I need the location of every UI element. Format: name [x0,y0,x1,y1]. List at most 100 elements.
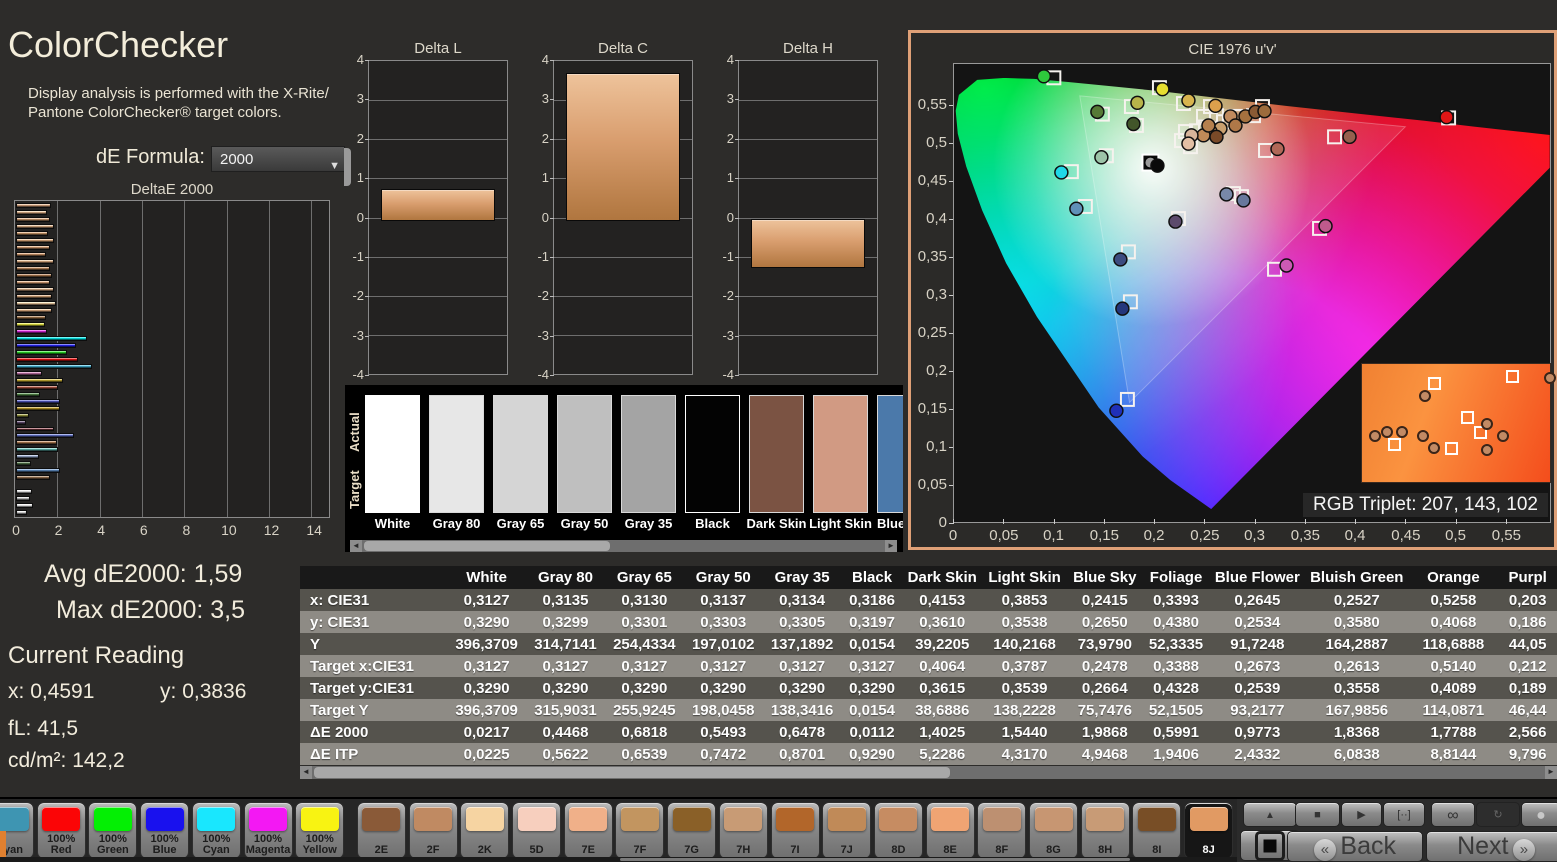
patch-button[interactable]: 7I [770,802,820,859]
patch-button[interactable]: 8E [925,802,975,859]
patch-button[interactable]: 8F [977,802,1027,859]
patch-button[interactable]: 100% Blue [140,802,190,859]
gridline [739,139,877,141]
repeat-button[interactable]: ↻ [1476,802,1520,827]
x-tick-label: 2 [54,522,63,538]
column-header: Black [841,566,903,589]
scroll-right-icon[interactable]: ► [885,540,897,552]
patch-button[interactable]: 8J [1184,802,1234,859]
patch-button[interactable]: 8I [1132,802,1182,859]
table-cell: 0,3137 [700,591,747,609]
patch-button[interactable]: 7H [718,802,768,859]
tick-mark [735,335,739,337]
y-tick-label: 2 [541,130,549,146]
color-swatch [877,395,903,513]
bar [16,454,40,460]
deltae-x-axis: 0 2 4 6 8 10 12 14 [12,520,344,538]
bar [16,279,50,285]
y-tick-label: 0,5 [926,134,947,151]
patch-button[interactable]: 100% Cyan [191,802,241,859]
color-swatch [429,395,484,513]
measurement-marker [1439,109,1454,125]
table-scrollbar[interactable]: ◄ ► [300,766,1557,779]
inset-measurement-marker [1481,418,1494,430]
tick-mark [949,409,953,410]
patch-swatch [517,807,556,831]
table-cell: 0,3127 [463,591,510,609]
bar [16,307,52,313]
y-tick-label: 0,35 [917,248,947,265]
swatch-strip-scrollbar[interactable]: ◄ ► [350,540,897,552]
toolbar-scroll-track[interactable] [0,857,1237,862]
scrollbar-thumb[interactable] [620,858,1130,861]
patch-button[interactable]: 8H [1080,802,1130,859]
play-button[interactable]: ▶ [1341,802,1382,827]
color-swatch [365,395,420,513]
scroll-right-icon[interactable]: ► [1545,766,1557,779]
de-formula-dropdown[interactable]: 2000 ▼ [211,146,345,172]
fl-readout: fL: 41,5 [8,717,79,740]
table-cell: 0,2673 [1234,657,1281,675]
splitter-handle[interactable] [344,148,351,186]
measurement-marker [1209,129,1224,145]
bar [16,321,46,327]
x-tick-label: 12 [263,522,280,538]
next-button[interactable]: Next » [1426,831,1557,862]
patch-button[interactable]: 5D [512,802,561,859]
patch-button[interactable]: 100% Red [36,802,86,859]
description: Display analysis is performed with the X… [28,85,329,121]
patch-button[interactable]: 100% Magenta [243,802,293,859]
scrollbar-thumb[interactable] [314,767,950,778]
loop-button[interactable]: ∞ [1431,802,1475,827]
scroll-left-icon[interactable]: ◄ [300,766,312,779]
patch-button[interactable]: 7J [822,802,872,859]
patch-button[interactable]: 7F [615,802,665,859]
tick-mark [1003,519,1005,524]
y-tick-label: -4 [352,367,364,382]
patch-button[interactable]: 2F [408,802,458,859]
back-button[interactable]: « Back [1287,831,1423,862]
patch-button[interactable]: 100% Green [88,802,138,859]
patch-button[interactable]: 100% Yellow [295,802,345,859]
bar-row [16,300,328,307]
de-formula-value: 2000 [220,151,254,168]
color-swatch [621,395,676,513]
x-tick-label: 4 [97,522,106,538]
tick-mark [735,256,739,258]
stop-button[interactable]: ■ [1295,802,1340,827]
tick-mark [550,256,554,258]
tick-mark [550,178,554,180]
step-button[interactable]: [··] [1383,802,1425,827]
table-cell: 140,2168 [993,635,1056,653]
colorchecker-app: ColorChecker Display analysis is perform… [0,0,1557,862]
table-cell: 254,4334 [613,635,676,653]
delta-chart-title: Delta H [782,40,834,57]
scroll-up-button[interactable]: ▲ [1243,802,1297,827]
bar [16,272,52,278]
table-cell: 0,3127 [463,657,510,675]
tick-mark [949,105,953,106]
table-cell: 0,5622 [542,745,589,763]
bar-row [16,460,328,467]
tick-mark [1505,519,1507,524]
bar-row [16,384,328,391]
stop-square-icon [1263,839,1277,852]
tick-mark [735,99,739,101]
patch-button[interactable]: 2E [356,802,406,859]
patch-button[interactable]: 2K [460,802,510,859]
scroll-left-icon[interactable]: ◄ [350,540,362,552]
bar [16,398,61,404]
bar-row [16,293,328,300]
tick-mark [949,219,953,220]
bar-row [16,216,328,223]
patch-button[interactable]: 8G [1029,802,1078,859]
patch-button[interactable]: 7E [563,802,613,859]
table-cell: 4,3170 [1001,745,1048,763]
table-cell: 0,8701 [779,745,826,763]
patch-button[interactable]: 7G [667,802,717,859]
scrollbar-thumb[interactable] [364,541,610,551]
record-button[interactable]: ● [1521,802,1557,827]
measurement-marker [1094,150,1109,165]
bar-row [16,509,328,516]
patch-button[interactable]: 8D [873,802,923,859]
